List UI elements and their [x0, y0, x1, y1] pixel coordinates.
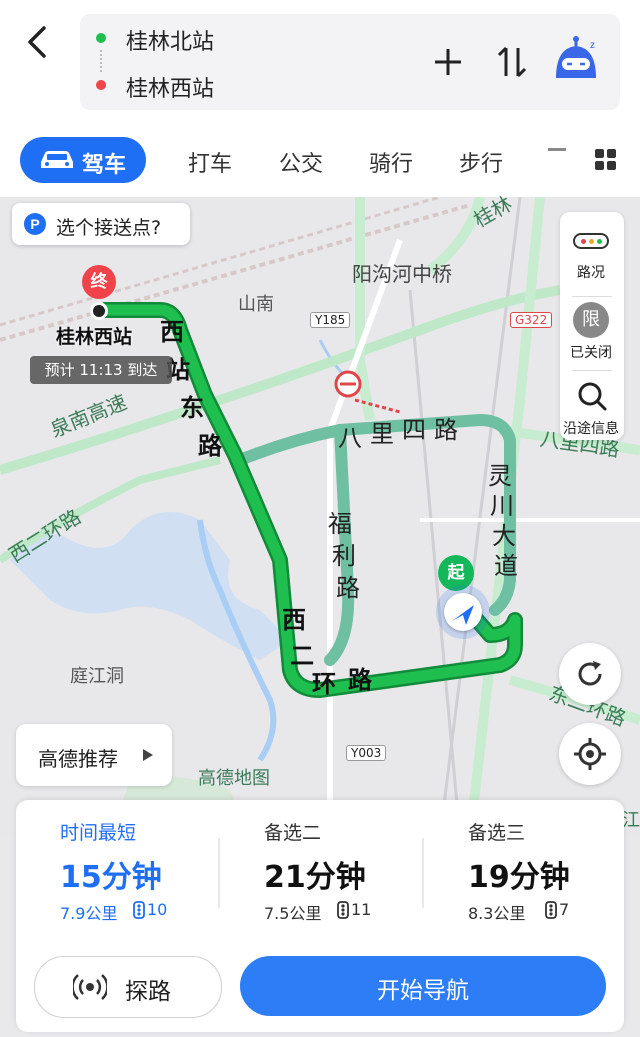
label-y185: Y185: [310, 312, 351, 328]
divider: [572, 370, 612, 371]
option-time: 15分钟: [60, 860, 162, 895]
restriction-icon[interactable]: 限: [573, 302, 609, 338]
road-label-bali: 八: [338, 424, 362, 452]
route-option-1[interactable]: 时间最短 15分钟 7.9公里 10: [40, 812, 216, 932]
back-button[interactable]: [20, 22, 56, 62]
add-waypoint-button[interactable]: [432, 46, 464, 78]
option-distance: 8.3公里: [468, 904, 526, 923]
road-label-fuli: 路: [336, 574, 360, 602]
current-location: [444, 593, 482, 631]
svg-text:z: z: [590, 40, 595, 51]
option-title: 备选三: [468, 822, 526, 844]
label-yanggou-bridge: 阳沟河中桥: [352, 262, 452, 286]
locate-button[interactable]: [559, 723, 621, 785]
traffic-light-icon: [545, 901, 557, 919]
restriction-label[interactable]: 已关闭: [559, 342, 623, 362]
road-label-xizhan: 路: [198, 432, 222, 460]
label-shannan: 山南: [238, 294, 274, 315]
navigation-arrow-icon: [452, 605, 474, 625]
divider: [572, 296, 612, 297]
start-navigation-label: 开始导航: [377, 978, 469, 1004]
label-y003: Y003: [346, 745, 387, 761]
option-lights: 10: [147, 900, 168, 919]
pickup-prompt-label: 选个接送点?: [56, 217, 162, 239]
option-title: 时间最短: [60, 822, 137, 844]
recommend-button[interactable]: 高德推荐: [16, 724, 172, 786]
along-info-label[interactable]: 沿途信息: [559, 418, 623, 438]
road-label-lingchuan: 道: [494, 552, 518, 580]
broadcast-icon: [73, 974, 107, 1000]
tab-ride[interactable]: 骑行: [369, 146, 413, 178]
road-label-xizhan: 东: [180, 394, 204, 422]
car-icon: [41, 151, 73, 168]
more-modes-button[interactable]: [594, 148, 618, 172]
parking-icon: P: [24, 213, 46, 235]
route-connector: [100, 50, 104, 72]
road-label-bali: 路: [434, 416, 458, 444]
origin-input[interactable]: 桂林北站: [126, 24, 214, 56]
triangle-right-icon: [143, 749, 153, 761]
plus-icon: [435, 49, 461, 75]
option-title: 备选二: [264, 822, 322, 844]
tab-drive[interactable]: 驾车: [20, 137, 146, 183]
grid-icon: [595, 149, 616, 170]
traffic-label[interactable]: 路况: [559, 262, 623, 282]
road-label-bali: 里: [370, 420, 394, 448]
search-icon[interactable]: [576, 380, 608, 412]
option-distance: 7.9公里: [60, 904, 118, 923]
road-label-bali: 四: [402, 416, 426, 444]
pickup-prompt[interactable]: P 选个接送点?: [12, 203, 190, 245]
option-lights: 11: [351, 900, 372, 919]
explore-route-button[interactable]: 探路: [34, 956, 222, 1018]
destination-input[interactable]: 桂林西站: [126, 71, 214, 103]
road-label-fuli: 福: [328, 510, 352, 538]
chevron-left-icon: [28, 26, 46, 58]
route-option-3[interactable]: 备选三 19分钟 8.3公里 7: [448, 812, 624, 932]
option-time: 19分钟: [468, 860, 570, 895]
label-jiang-edge: 江: [622, 810, 640, 831]
tab-overflow-hint: [548, 148, 566, 151]
end-marker[interactable]: 终: [82, 265, 116, 299]
divider: [422, 838, 424, 908]
traffic-light-icon: [133, 901, 145, 919]
label-g322: G322: [510, 312, 553, 328]
label-tingjiangdong: 庭江洞: [70, 666, 124, 687]
road-label-xizhan: 西: [160, 318, 184, 346]
recommend-label: 高德推荐: [38, 747, 118, 771]
origin-dot: [96, 33, 106, 43]
road-label-xierhuan: 二: [290, 642, 314, 670]
start-navigation-button[interactable]: 开始导航: [240, 956, 606, 1016]
tab-bus[interactable]: 公交: [279, 146, 323, 178]
traffic-light-icon: [337, 901, 349, 919]
option-time: 21分钟: [264, 860, 366, 895]
swap-icon: [497, 46, 527, 78]
refresh-icon: [578, 661, 602, 686]
tab-taxi[interactable]: 打车: [188, 146, 232, 178]
explore-label: 探路: [125, 979, 171, 1005]
tab-drive-label: 驾车: [82, 153, 127, 178]
tab-walk[interactable]: 步行: [459, 146, 503, 178]
assistant-button[interactable]: z: [552, 36, 602, 84]
destination-dot: [96, 80, 106, 90]
divider: [218, 838, 220, 908]
refresh-button[interactable]: [559, 643, 621, 705]
road-label-xierhuan: 西: [282, 606, 306, 634]
road-label-xierhuan: 环: [312, 670, 336, 698]
eta-badge: 预计 11:13 到达: [30, 356, 172, 384]
traffic-icon[interactable]: [573, 233, 609, 249]
robot-icon: z: [556, 36, 596, 78]
end-point: [90, 302, 108, 320]
swap-route-button[interactable]: [496, 44, 528, 80]
road-label-xierhuan: 路: [348, 666, 372, 694]
end-station-label: 桂林西站: [56, 326, 133, 348]
option-distance: 7.5公里: [264, 904, 322, 923]
route-option-2[interactable]: 备选二 21分钟 7.5公里 11: [244, 812, 420, 932]
option-lights: 7: [559, 900, 570, 919]
locate-icon: [574, 738, 606, 770]
label-gaode-watermark: 高德地图: [198, 768, 270, 789]
road-label-fuli: 利: [332, 542, 356, 570]
